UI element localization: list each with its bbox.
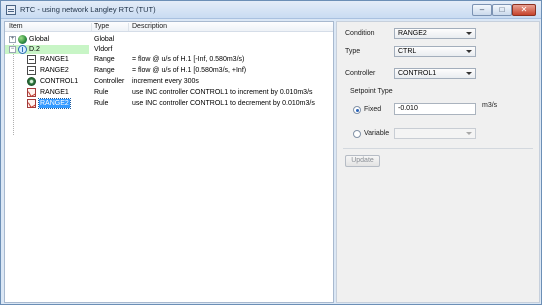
tree-row-range[interactable]: RANGE2 Range = flow @ u/s of H.1 [0.580m… xyxy=(5,66,333,75)
item-type: Range xyxy=(94,67,115,74)
item-description: = flow @ u/s of H.1 [0.580m3/s, +Inf) xyxy=(132,67,247,74)
condition-select[interactable]: RANGE2 xyxy=(394,28,476,39)
chevron-down-icon xyxy=(466,50,472,53)
maximize-button[interactable]: □ xyxy=(492,4,512,16)
title-bar[interactable]: RTC - using network Langley RTC (TUT) – … xyxy=(1,1,541,19)
item-type: Rule xyxy=(94,89,109,96)
column-divider[interactable] xyxy=(91,23,92,31)
condition-label: Condition xyxy=(345,30,375,37)
table-icon xyxy=(6,5,16,15)
rule-icon xyxy=(27,88,36,97)
close-icon: ✕ xyxy=(520,5,528,14)
range-icon xyxy=(27,66,36,75)
item-description: use INC controller CONTROL1 to increment… xyxy=(132,89,313,96)
item-label: CONTROL1 xyxy=(40,78,79,85)
controller-label: Controller xyxy=(345,70,376,77)
setpoint-type-label: Setpoint Type xyxy=(350,88,393,95)
item-type: Controller xyxy=(94,78,125,85)
item-label: RANGE2 xyxy=(38,98,71,109)
network-icon xyxy=(18,45,27,54)
item-label: RANGE2 xyxy=(40,67,69,74)
condition-value: RANGE2 xyxy=(398,30,427,37)
type-select[interactable]: CTRL xyxy=(394,46,476,57)
tree-row-network-details[interactable]: Vldorf xyxy=(89,45,333,54)
item-label: RANGE1 xyxy=(40,89,69,96)
column-divider[interactable] xyxy=(128,23,129,31)
item-type: Rule xyxy=(94,100,109,107)
column-type[interactable]: Type xyxy=(94,23,109,30)
globe-icon xyxy=(18,35,27,44)
item-type: Range xyxy=(94,56,115,63)
properties-panel: Condition RANGE2 Type CTRL Controller CO… xyxy=(336,21,540,303)
controller-select[interactable]: CONTROL1 xyxy=(394,68,476,79)
tree-row-global[interactable]: + Global Global xyxy=(5,35,333,44)
item-type: Vldorf xyxy=(94,46,113,53)
close-button[interactable]: ✕ xyxy=(512,4,536,16)
item-description: = flow @ u/s of H.1 [-Inf, 0.580m3/s) xyxy=(132,56,245,63)
rtc-window: RTC - using network Langley RTC (TUT) – … xyxy=(0,0,542,305)
update-button[interactable]: Update xyxy=(345,155,380,167)
item-type: Global xyxy=(94,36,115,43)
item-label: D.2 xyxy=(29,46,40,53)
window-title: RTC - using network Langley RTC (TUT) xyxy=(20,5,156,14)
fixed-value-input[interactable]: -0.010 xyxy=(394,103,476,115)
rtc-tree-view[interactable]: Item Type Description + Global Global − … xyxy=(4,21,334,303)
type-value: CTRL xyxy=(398,48,417,55)
column-header: Item Type Description xyxy=(5,22,333,32)
variable-radio[interactable] xyxy=(353,130,361,138)
fixed-unit-label: m3/s xyxy=(482,102,498,109)
maximize-icon: □ xyxy=(499,5,505,14)
tree-row-controller[interactable]: CONTROL1 Controller increment every 300s xyxy=(5,77,333,86)
column-item[interactable]: Item xyxy=(9,23,23,30)
minimize-icon: – xyxy=(479,5,485,14)
type-label: Type xyxy=(345,48,361,55)
minimize-button[interactable]: – xyxy=(472,4,492,16)
collapse-icon[interactable]: − xyxy=(9,46,16,53)
column-description[interactable]: Description xyxy=(132,23,167,30)
item-description: increment every 300s xyxy=(132,78,199,85)
tree-row-rule-selected[interactable]: RANGE2 Rule use INC controller CONTROL1 … xyxy=(5,98,333,109)
chevron-down-icon xyxy=(466,72,472,75)
expand-icon[interactable]: + xyxy=(9,36,16,43)
item-label: Global xyxy=(29,36,50,43)
item-description: use INC controller CONTROL1 to decrement… xyxy=(132,100,315,107)
fixed-label: Fixed xyxy=(364,106,382,113)
item-label: RANGE1 xyxy=(40,56,69,63)
variable-select[interactable] xyxy=(394,128,476,139)
section-divider xyxy=(343,148,533,149)
variable-label: Variable xyxy=(364,130,390,137)
tree-row-network[interactable]: − D.2 xyxy=(5,45,89,54)
tree-row-rule[interactable]: RANGE1 Rule use INC controller CONTROL1 … xyxy=(5,88,333,97)
controller-value: CONTROL1 xyxy=(398,70,437,77)
tree-row-range[interactable]: RANGE1 Range = flow @ u/s of H.1 [-Inf, … xyxy=(5,55,333,64)
rule-icon xyxy=(27,99,36,108)
controller-icon xyxy=(27,77,36,86)
range-icon xyxy=(27,55,36,64)
fixed-radio[interactable] xyxy=(353,106,361,114)
chevron-down-icon xyxy=(466,32,472,35)
chevron-down-icon xyxy=(466,132,472,135)
